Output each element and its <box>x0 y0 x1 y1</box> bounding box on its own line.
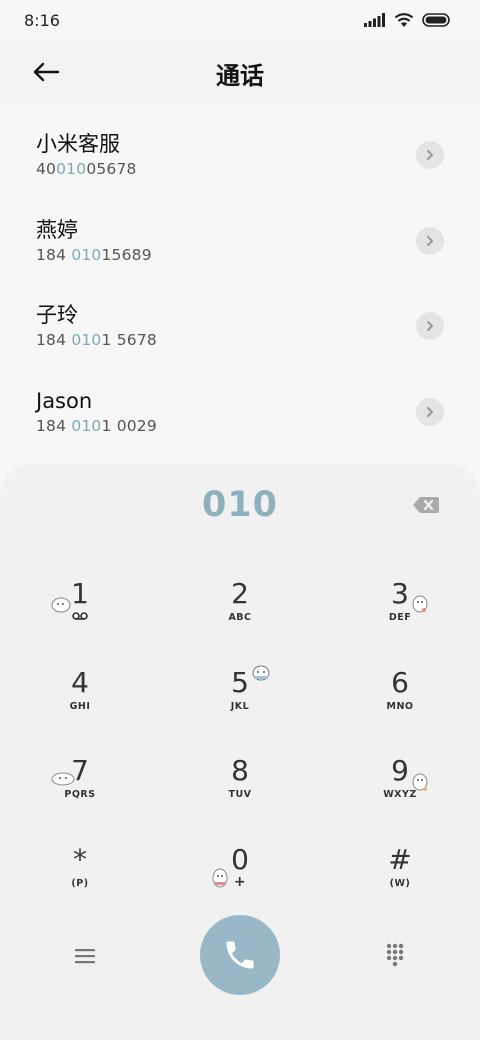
dialpad-sheet: 010 1 2 ABC 3 DEF 4 GHI 5 JKL 6 MNO 7 PQ… <box>0 463 480 1040</box>
backspace-button[interactable] <box>412 495 442 517</box>
key-letters: + <box>233 874 247 890</box>
key-digit: 9 <box>391 754 409 787</box>
backspace-icon <box>413 497 439 513</box>
sticker-icon <box>212 868 228 888</box>
contact-list: 小米客服 4001005678 燕婷 184 01015689 子玲 184 0… <box>0 104 480 446</box>
contact-detail-button[interactable] <box>416 226 444 255</box>
contact-item[interactable]: Jason 184 0101 0029 <box>0 361 480 447</box>
keypad-icon <box>386 943 404 967</box>
key-8[interactable]: 8 TUV <box>180 755 300 835</box>
sticker-icon <box>412 595 428 613</box>
key-letters: GHI <box>69 701 91 712</box>
chevron-right-icon <box>427 406 434 417</box>
contact-number: 184 0101 5678 <box>36 331 157 349</box>
contact-item[interactable]: 燕婷 184 01015689 <box>0 190 480 276</box>
key-2[interactable]: 2 ABC <box>180 578 300 658</box>
battery-icon <box>422 13 450 27</box>
contact-name: Jason <box>36 388 93 413</box>
key-letters: MNO <box>386 701 414 712</box>
key-5[interactable]: 5 JKL <box>180 665 300 747</box>
page-title: 通话 <box>216 62 264 90</box>
key-letters: (P) <box>71 878 89 889</box>
key-hash[interactable]: # (W) <box>340 844 460 924</box>
menu-button[interactable] <box>66 941 104 971</box>
key-7[interactable]: 7 PQRS <box>20 755 140 835</box>
key-6[interactable]: 6 MNO <box>340 667 460 747</box>
contact-detail-button[interactable] <box>416 397 444 426</box>
key-0[interactable]: 0 + <box>180 844 300 924</box>
status-time: 8:16 <box>24 10 60 30</box>
contact-item[interactable]: 小米客服 4001005678 <box>0 104 480 190</box>
sticker-icon <box>412 773 428 791</box>
key-letters: TUV <box>228 789 252 800</box>
call-button[interactable] <box>200 915 280 995</box>
key-4[interactable]: 4 GHI <box>20 667 140 747</box>
sticker-icon <box>252 665 270 681</box>
status-icons <box>364 12 452 28</box>
contact-detail-button[interactable] <box>416 141 444 169</box>
contact-name: 小米客服 <box>36 132 120 156</box>
key-digit: * <box>73 843 87 876</box>
signal-icon <box>364 13 385 27</box>
contact-name: 燕婷 <box>36 217 78 242</box>
key-digit: 4 <box>71 666 89 699</box>
key-3[interactable]: 3 DEF <box>340 578 460 658</box>
key-star[interactable]: * (P) <box>20 844 140 924</box>
chevron-right-icon <box>427 321 434 331</box>
contact-name: 子玲 <box>36 303 78 327</box>
chevron-right-icon <box>427 235 434 246</box>
key-digit: 6 <box>391 666 409 699</box>
key-digit: 1 <box>71 577 89 610</box>
key-letters: (W) <box>389 878 411 889</box>
status-bar: 8:16 <box>0 0 480 40</box>
phone-icon <box>226 941 254 969</box>
contact-number: 184 0101 0029 <box>36 416 157 435</box>
key-letters: PQRS <box>64 789 96 800</box>
key-digit: 0 <box>231 843 249 876</box>
keypad-toggle-button[interactable] <box>376 937 414 973</box>
key-9[interactable]: 9 WXYZ <box>340 755 460 835</box>
key-letters: DEF <box>388 612 412 623</box>
dial-input[interactable]: 010 <box>0 485 480 525</box>
contact-detail-button[interactable] <box>416 312 444 340</box>
key-digit: 2 <box>231 577 249 610</box>
voicemail-icon <box>72 612 88 620</box>
contact-item[interactable]: 子玲 184 0101 5678 <box>0 275 480 361</box>
key-digit: # <box>388 843 412 876</box>
key-letters: ABC <box>228 612 252 623</box>
key-1[interactable]: 1 <box>20 578 140 658</box>
menu-icon <box>75 949 95 964</box>
wifi-icon <box>394 13 414 27</box>
key-letters: JKL <box>230 701 250 712</box>
header: 通话 <box>0 40 480 104</box>
sticker-icon <box>51 597 71 613</box>
sticker-icon <box>51 772 75 786</box>
contact-number: 184 01015689 <box>36 245 152 264</box>
key-digit: 8 <box>231 754 249 787</box>
contact-number: 4001005678 <box>36 160 137 178</box>
key-digit: 5 <box>231 666 249 699</box>
key-digit: 3 <box>391 577 409 610</box>
chevron-right-icon <box>427 150 434 160</box>
